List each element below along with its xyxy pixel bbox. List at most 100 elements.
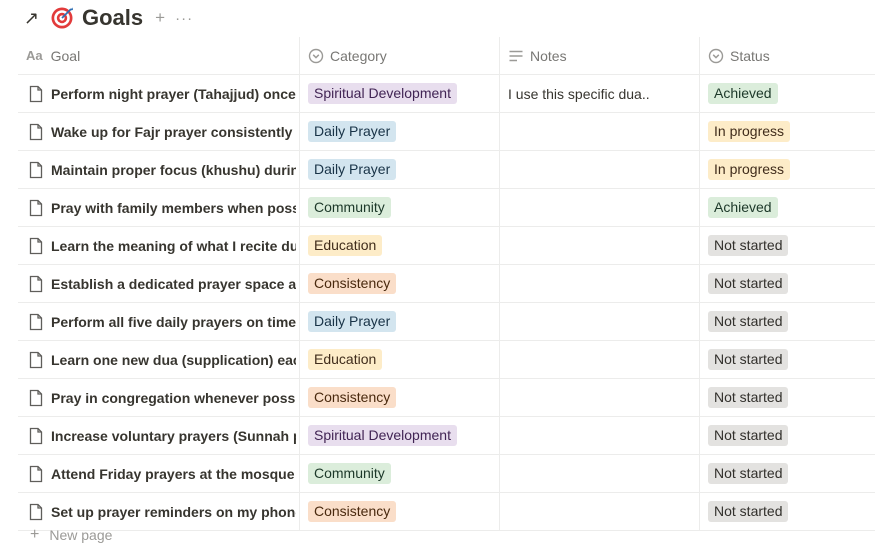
table-row[interactable]: Set up prayer reminders on my phone Consi… (18, 493, 875, 531)
table-row[interactable]: Increase voluntary prayers (Sunnah pra Sp… (18, 417, 875, 455)
status-cell[interactable]: Not started (699, 341, 875, 378)
status-cell[interactable]: Achieved (699, 189, 875, 226)
target-icon (51, 7, 73, 29)
status-cell[interactable]: Not started (699, 379, 875, 416)
notes-cell[interactable] (499, 417, 700, 454)
category-tag: Education (308, 349, 383, 370)
category-tag: Consistency (308, 273, 397, 294)
new-page-button[interactable]: + New page (30, 526, 112, 544)
column-header-status[interactable]: Status (699, 37, 875, 74)
page-icon (29, 351, 43, 368)
category-tag: Spiritual Development (308, 425, 457, 446)
notes-cell[interactable] (499, 341, 700, 378)
notes-cell[interactable] (499, 113, 700, 150)
category-cell[interactable]: Daily Prayer (299, 113, 500, 150)
category-cell[interactable]: Daily Prayer (299, 303, 500, 340)
column-header-category[interactable]: Category (299, 37, 500, 74)
goal-cell[interactable]: Attend Friday prayers at the mosque re (18, 455, 298, 492)
goal-cell[interactable]: Establish a dedicated prayer space at h (18, 265, 298, 302)
goal-cell[interactable]: Increase voluntary prayers (Sunnah pra (18, 417, 298, 454)
goal-cell[interactable]: Set up prayer reminders on my phone (18, 493, 298, 530)
notes-cell[interactable] (499, 265, 700, 302)
column-header-goal[interactable]: Aa Goal (18, 37, 298, 74)
table-row[interactable]: Attend Friday prayers at the mosque re Co… (18, 455, 875, 493)
goal-cell[interactable]: Pray in congregation whenever possibl (18, 379, 298, 416)
status-cell[interactable]: Not started (699, 417, 875, 454)
goal-cell[interactable]: Perform all five daily prayers on time (18, 303, 298, 340)
status-cell[interactable]: Achieved (699, 75, 875, 112)
notes-cell[interactable] (499, 455, 700, 492)
goal-cell[interactable]: Learn the meaning of what I recite duri (18, 227, 298, 264)
plus-icon: + (30, 526, 40, 543)
table-row[interactable]: Wake up for Fajr prayer consistently Dail… (18, 113, 875, 151)
table-row[interactable]: Learn the meaning of what I recite duri E… (18, 227, 875, 265)
goal-title[interactable]: Increase voluntary prayers (Sunnah pra (51, 428, 296, 444)
table-row[interactable]: Learn one new dua (supplication) each Edu… (18, 341, 875, 379)
table-row[interactable]: Perform night prayer (Tahajjud) once a Sp… (18, 75, 875, 113)
page-icon (29, 123, 43, 140)
table-row[interactable]: Pray in congregation whenever possibl Con… (18, 379, 875, 417)
notes-cell[interactable] (499, 493, 700, 530)
goal-cell[interactable]: Pray with family members when possib (18, 189, 298, 226)
category-tag: Daily Prayer (308, 311, 397, 332)
category-cell[interactable]: Community (299, 189, 500, 226)
page-icon (29, 199, 43, 216)
notes-cell[interactable] (499, 379, 700, 416)
status-cell[interactable]: Not started (699, 265, 875, 302)
status-cell[interactable]: Not started (699, 303, 875, 340)
category-cell[interactable]: Daily Prayer (299, 151, 500, 188)
column-header-label: Category (330, 47, 387, 64)
notes-cell[interactable]: I use this specific dua.. (499, 75, 700, 112)
goal-title[interactable]: Learn the meaning of what I recite duri (51, 238, 296, 254)
goal-title[interactable]: Maintain proper focus (khushu) during (51, 162, 296, 178)
category-tag: Consistency (308, 387, 397, 408)
arrow-up-right-icon[interactable]: ↗ (24, 8, 42, 29)
goal-title[interactable]: Pray in congregation whenever possibl (51, 390, 296, 406)
notes-cell[interactable] (499, 303, 700, 340)
category-cell[interactable]: Education (299, 227, 500, 264)
status-tag: Achieved (708, 83, 778, 104)
category-tag: Daily Prayer (308, 159, 397, 180)
status-cell[interactable]: In progress (699, 151, 875, 188)
notes-cell[interactable] (499, 227, 700, 264)
notes-cell[interactable] (499, 151, 700, 188)
goal-title[interactable]: Establish a dedicated prayer space at h (51, 276, 296, 292)
status-tag: Not started (708, 311, 789, 332)
goal-title[interactable]: Learn one new dua (supplication) each (51, 352, 296, 368)
status-cell[interactable]: In progress (699, 113, 875, 150)
text-lines-icon (509, 50, 523, 61)
goal-cell[interactable]: Learn one new dua (supplication) each (18, 341, 298, 378)
status-cell[interactable]: Not started (699, 455, 875, 492)
category-cell[interactable]: Consistency (299, 493, 500, 530)
table-row[interactable]: Pray with family members when possib Comm… (18, 189, 875, 227)
more-options-button[interactable]: ··· (175, 10, 193, 27)
status-cell[interactable]: Not started (699, 493, 875, 530)
goal-title[interactable]: Pray with family members when possib (51, 200, 296, 216)
table-row[interactable]: Establish a dedicated prayer space at h C… (18, 265, 875, 303)
status-tag: In progress (708, 121, 791, 142)
category-cell[interactable]: Spiritual Development (299, 417, 500, 454)
goal-cell[interactable]: Perform night prayer (Tahajjud) once a (18, 75, 298, 112)
add-view-button[interactable]: + (155, 8, 165, 28)
goal-title[interactable]: Perform night prayer (Tahajjud) once a (51, 86, 296, 102)
page-icon (29, 275, 43, 292)
category-cell[interactable]: Consistency (299, 265, 500, 302)
notes-cell[interactable] (499, 189, 700, 226)
goal-title[interactable]: Perform all five daily prayers on time (51, 314, 296, 330)
goal-title[interactable]: Wake up for Fajr prayer consistently (51, 124, 296, 140)
category-cell[interactable]: Spiritual Development (299, 75, 500, 112)
table-row[interactable]: Maintain proper focus (khushu) during Dai… (18, 151, 875, 189)
goal-cell[interactable]: Wake up for Fajr prayer consistently (18, 113, 298, 150)
table-row[interactable]: Perform all five daily prayers on time Da… (18, 303, 875, 341)
goal-cell[interactable]: Maintain proper focus (khushu) during (18, 151, 298, 188)
page-icon (29, 389, 43, 406)
table-body: Perform night prayer (Tahajjud) once a Sp… (18, 75, 875, 531)
status-cell[interactable]: Not started (699, 227, 875, 264)
column-header-notes[interactable]: Notes (499, 37, 700, 74)
category-cell[interactable]: Education (299, 341, 500, 378)
status-tag: Not started (708, 501, 789, 522)
category-cell[interactable]: Consistency (299, 379, 500, 416)
goal-title[interactable]: Attend Friday prayers at the mosque re (51, 466, 296, 482)
category-cell[interactable]: Community (299, 455, 500, 492)
goal-title[interactable]: Set up prayer reminders on my phone (51, 504, 296, 520)
